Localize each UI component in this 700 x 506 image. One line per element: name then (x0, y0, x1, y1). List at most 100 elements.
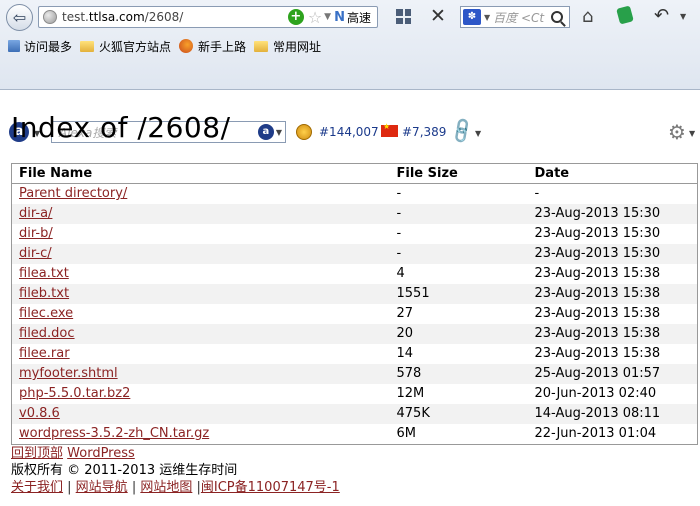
file-link[interactable]: php-5.5.0.tar.bz2 (19, 386, 130, 401)
alexa-toolbar: a ▼ Alexa搜索 a ▼ #144,007 #7,389 🔗 ▼ ⚙ ▼ (0, 58, 700, 147)
back-button[interactable]: ⇦ (6, 4, 33, 31)
bookmark-getting-started[interactable]: 新手上路 (179, 38, 246, 55)
speed-mode-icon[interactable]: Ν (334, 10, 345, 25)
file-size: 27 (396, 306, 414, 321)
column-date: Date (527, 163, 698, 184)
file-date: 23-Aug-2013 15:30 (534, 226, 661, 241)
browser-chrome: ⇦ test.ttlsa.com/2608/ + ☆ ▼ Ν 高速 ✕ ✽ ▼ … (0, 0, 700, 147)
file-date: 23-Aug-2013 15:30 (527, 204, 698, 224)
page-content: Index of /2608/ File Name File Size Date… (0, 91, 700, 506)
firefox-icon (179, 39, 194, 53)
icp-license-link[interactable]: 闽ICP备11007147号-1 (201, 480, 340, 495)
bookmark-book-icon (8, 40, 20, 52)
back-arrow-icon: ⇦ (12, 8, 27, 27)
file-size: 6M (396, 426, 417, 441)
file-size: 4 (396, 266, 405, 281)
table-body: Parent directory/- - dir-a/-23-Aug-2013 15… (11, 184, 698, 445)
search-placeholder[interactable]: 百度 <Ct (493, 9, 551, 26)
folder-icon (80, 40, 95, 52)
table-row: Parent directory/ - - (12, 184, 698, 205)
footer-links: 关于我们 | 网站导航 | 网站地图 |闽ICP备11007147号-1 (11, 480, 340, 495)
file-date: 23-Aug-2013 15:38 (534, 306, 661, 321)
directory-listing-table: File Name File Size Date Parent director… (11, 163, 698, 445)
file-size: 14 (396, 346, 414, 361)
go-icon[interactable]: + (287, 9, 304, 25)
table-row: myfooter.shtml 578 25-Aug-2013 01:57 (11, 364, 698, 384)
address-bar[interactable]: test.ttlsa.com/2608/ + ☆ ▼ Ν 高速 (38, 6, 378, 28)
copyright-text: 版权所有 © 2011-2013 运维生存时间 (11, 463, 238, 478)
bookmark-star-icon[interactable]: ☆ (308, 8, 322, 27)
page-footer: 回到顶部 WordPress 版权所有 © 2011-2013 运维生存时间 关… (11, 445, 340, 496)
file-size: 20 (389, 324, 528, 344)
extension-icon[interactable] (616, 5, 634, 25)
wordpress-link[interactable]: WordPress (67, 446, 135, 461)
file-size: - (389, 244, 528, 264)
file-link[interactable]: dir-a/ (19, 206, 52, 221)
file-size: 475K (389, 404, 528, 424)
file-date: 23-Aug-2013 15:38 (527, 284, 698, 304)
more-dropdown-icon[interactable]: ▼ (680, 12, 686, 21)
apps-grid-icon[interactable] (396, 9, 411, 24)
stop-close-icon[interactable]: ✕ (430, 5, 446, 27)
site-map-link[interactable]: 网站地图 (140, 480, 192, 495)
file-date: 20-Jun-2013 02:40 (534, 386, 657, 401)
file-size: - (389, 204, 528, 224)
file-date: 23-Aug-2013 15:38 (534, 266, 661, 281)
column-file-name: File Name (11, 163, 390, 184)
bookmarks-toolbar: 访问最多 火狐官方站点 新手上路 常用网址 (0, 35, 700, 57)
file-link[interactable]: wordpress-3.5.2-zh_CN.tar.gz (19, 426, 209, 441)
file-date: 22-Jun-2013 01:04 (534, 426, 657, 441)
file-link[interactable]: dir-b/ (19, 226, 53, 241)
file-link[interactable]: dir-c/ (19, 246, 52, 261)
file-date: 23-Aug-2013 15:38 (534, 346, 661, 361)
table-row: fileb.txt 1551 23-Aug-2013 15:38 (11, 284, 698, 304)
table-row: filed.doc 20 23-Aug-2013 15:38 (11, 324, 698, 344)
bookmark-common-sites[interactable]: 常用网址 (254, 38, 321, 55)
file-link[interactable]: myfooter.shtml (19, 366, 118, 381)
file-size: - (396, 226, 402, 241)
history-dropdown-icon[interactable]: ▼ (324, 12, 331, 22)
back-to-top-link[interactable]: 回到顶部 (11, 446, 63, 461)
page-title: Index of /2608/ (11, 111, 231, 144)
file-link[interactable]: filee.rar (19, 346, 70, 361)
file-link[interactable]: filec.exe (19, 306, 73, 321)
file-date: 23-Aug-2013 15:30 (527, 244, 698, 264)
file-link[interactable]: Parent directory/ (19, 186, 127, 201)
file-date: 25-Aug-2013 01:57 (527, 364, 698, 384)
speed-label[interactable]: 高速 (347, 9, 371, 26)
folder-icon (254, 40, 269, 52)
table-header-row: File Name File Size Date (11, 163, 698, 184)
globe-icon (43, 10, 57, 24)
file-date: 23-Aug-2013 15:38 (527, 324, 698, 344)
undo-close-tab-icon[interactable]: ↶ (654, 5, 669, 26)
footer-line-1: 回到顶部 WordPress (11, 445, 340, 462)
home-icon[interactable]: ⌂ (582, 6, 593, 27)
bookmark-most-visited[interactable]: 访问最多 (8, 38, 72, 55)
about-us-link[interactable]: 关于我们 (11, 480, 63, 495)
baidu-paw-icon[interactable]: ✽ (463, 9, 481, 25)
file-date: 14-Aug-2013 08:11 (527, 404, 698, 424)
table-row: v0.8.6 475K 14-Aug-2013 08:11 (11, 404, 698, 424)
table-row: dir-a/ -23-Aug-2013 15:30 (11, 204, 698, 224)
navigation-toolbar: ⇦ test.ttlsa.com/2608/ + ☆ ▼ Ν 高速 ✕ ✽ ▼ … (0, 0, 700, 34)
site-navigation-link[interactable]: 网站导航 (76, 480, 128, 495)
file-link[interactable]: filed.doc (19, 326, 75, 341)
file-size: 12M (396, 386, 425, 401)
table-row: dir-b/ - 23-Aug-2013 15:30 (12, 224, 698, 244)
bookmark-firefox-site[interactable]: 火狐官方站点 (80, 38, 171, 55)
table-row: php-5.5.0.tar.bz2 12M 20-Jun-2013 02:40 (12, 384, 698, 404)
url-text[interactable]: test.ttlsa.com/2608/ (62, 10, 288, 24)
column-file-size: File Size (389, 163, 528, 184)
table-row: filec.exe 27 23-Aug-2013 15:38 (12, 304, 698, 324)
file-link[interactable]: v0.8.6 (19, 406, 60, 421)
file-size: 578 (389, 364, 528, 384)
file-date: - (534, 186, 540, 201)
file-size: - (396, 186, 402, 201)
search-icon[interactable] (551, 11, 563, 23)
table-row: dir-c/ -23-Aug-2013 15:30 (11, 244, 698, 264)
file-link[interactable]: filea.txt (19, 266, 69, 281)
search-engine-dropdown-icon[interactable]: ▼ (484, 13, 490, 22)
table-row: filee.rar 14 23-Aug-2013 15:38 (12, 344, 698, 364)
search-box[interactable]: ✽ ▼ 百度 <Ct (460, 6, 570, 28)
file-link[interactable]: fileb.txt (19, 286, 69, 301)
